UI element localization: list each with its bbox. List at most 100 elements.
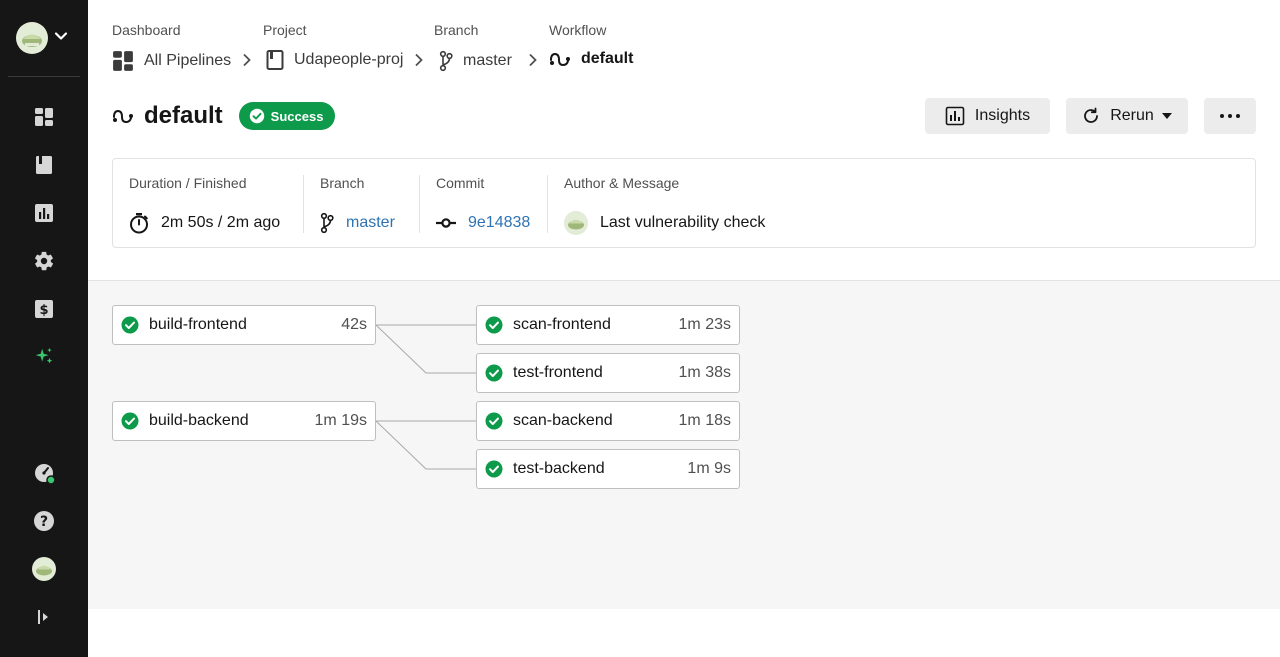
success-check-icon	[485, 316, 503, 334]
status-badge: Success	[238, 102, 336, 130]
chevron-right-icon	[528, 53, 538, 72]
job-duration: 1m 23s	[678, 316, 731, 333]
author-section: Author & Message Last vulnerability chec…	[564, 175, 824, 235]
projects-icon[interactable]	[32, 153, 56, 177]
author-value-row: Last vulnerability check	[564, 211, 765, 235]
insights-button[interactable]: Insights	[925, 98, 1050, 134]
plan-billing-icon[interactable]: $	[32, 297, 56, 321]
refresh-icon	[1082, 107, 1100, 125]
info-divider	[419, 175, 420, 233]
job-test-backend[interactable]: test-backend 1m 9s	[476, 449, 740, 489]
success-check-icon	[485, 364, 503, 382]
branch-section: Branch master	[320, 175, 420, 234]
success-check-icon	[121, 412, 139, 430]
duration-label: Duration / Finished	[129, 175, 247, 191]
success-check-icon	[121, 316, 139, 334]
duration-value: 2m 50s / 2m ago	[161, 214, 281, 231]
crumb-project: Project Udapeople-proj	[263, 22, 403, 70]
crumb-label: Dashboard	[112, 22, 181, 38]
insights-icon[interactable]	[32, 201, 56, 225]
branch-value-row: master	[320, 212, 395, 234]
job-scan-frontend[interactable]: scan-frontend 1m 23s	[476, 305, 740, 345]
info-divider	[303, 175, 304, 233]
author-avatar	[564, 211, 588, 235]
branch-link[interactable]: master	[346, 214, 395, 232]
rerun-button[interactable]: Rerun	[1066, 98, 1188, 134]
success-check-icon	[249, 108, 264, 124]
project-book-icon	[266, 50, 284, 70]
job-name: scan-backend	[513, 412, 613, 429]
more-options-button[interactable]	[1204, 98, 1256, 134]
status-gauge-icon[interactable]	[32, 461, 56, 485]
job-duration: 42s	[341, 316, 367, 333]
crumb-link-branch[interactable]: master	[439, 50, 512, 72]
commit-value-row: 9e14838	[436, 214, 530, 232]
workflow-icon	[549, 51, 571, 67]
commit-section: Commit 9e14838	[436, 175, 546, 233]
settings-icon[interactable]	[32, 249, 56, 273]
status-badge-text: Success	[270, 108, 324, 124]
commit-hash-link[interactable]: 9e14838	[468, 214, 530, 232]
crumb-label: Workflow	[549, 22, 607, 38]
workflow-info-card: Duration / Finished 2m 50s / 2m ago Bran…	[112, 158, 1256, 248]
duration-value-row: 2m 50s / 2m ago	[129, 212, 280, 234]
stopwatch-icon	[129, 212, 149, 234]
crumb-label: Project	[263, 22, 307, 38]
job-duration: 1m 18s	[678, 412, 731, 429]
job-duration: 1m 38s	[678, 364, 731, 381]
commit-icon	[436, 218, 456, 228]
branch-label: Branch	[320, 175, 365, 191]
workflow-icon	[112, 108, 134, 124]
crumb-value-text: default	[581, 50, 634, 67]
job-name: build-frontend	[149, 316, 247, 333]
job-build-backend[interactable]: build-backend 1m 19s	[112, 401, 376, 441]
svg-text:$: $	[39, 303, 48, 318]
commit-message: Last vulnerability check	[600, 214, 766, 231]
dashboard-grid-icon	[112, 50, 134, 72]
crumb-workflow: Workflow default	[549, 22, 633, 67]
crumb-current-workflow[interactable]: default	[549, 50, 633, 68]
chevron-right-icon	[242, 53, 252, 72]
page-title-row: default Success	[112, 100, 336, 132]
collapse-sidebar-icon[interactable]	[32, 605, 56, 629]
crumb-dashboard: Dashboard All Pipelines	[112, 22, 231, 71]
crumb-label: Branch	[434, 22, 479, 38]
svg-text:?: ?	[40, 514, 48, 530]
job-duration: 1m 9s	[687, 460, 731, 477]
job-name: scan-frontend	[513, 316, 611, 333]
crumb-link-project[interactable]: Udapeople-proj	[266, 50, 403, 70]
sidebar-divider	[8, 76, 80, 77]
insights-button-label: Insights	[974, 107, 1031, 124]
insights-chart-icon	[945, 106, 965, 126]
user-avatar[interactable]	[32, 557, 56, 581]
whats-new-icon[interactable]	[32, 345, 56, 369]
branch-icon	[439, 50, 453, 72]
org-switcher[interactable]	[16, 20, 76, 56]
job-name: build-backend	[149, 412, 249, 429]
job-duration: 1m 19s	[314, 412, 367, 429]
crumb-value-text: Udapeople-proj	[294, 51, 404, 68]
page-title: default	[144, 102, 223, 129]
job-build-frontend[interactable]: build-frontend 42s	[112, 305, 376, 345]
chevron-down-icon	[54, 29, 68, 48]
crumb-value-text: master	[463, 52, 512, 69]
dashboard-icon[interactable]	[32, 105, 56, 129]
crumb-link-all-pipelines[interactable]: All Pipelines	[112, 50, 231, 72]
caret-down-icon	[1161, 113, 1172, 119]
more-options-icon	[1220, 114, 1240, 118]
success-check-icon	[485, 412, 503, 430]
job-test-frontend[interactable]: test-frontend 1m 38s	[476, 353, 740, 393]
job-name: test-frontend	[513, 364, 603, 381]
crumb-branch: Branch master	[434, 22, 512, 72]
branch-icon	[320, 212, 334, 234]
help-icon[interactable]: ?	[32, 509, 56, 533]
sidebar: $ ?	[0, 0, 88, 657]
duration-section: Duration / Finished 2m 50s / 2m ago	[129, 175, 299, 234]
org-avatar	[16, 22, 48, 54]
job-scan-backend[interactable]: scan-backend 1m 18s	[476, 401, 740, 441]
commit-label: Commit	[436, 175, 485, 191]
author-label: Author & Message	[564, 175, 680, 191]
chevron-right-icon	[414, 53, 424, 72]
success-check-icon	[485, 460, 503, 478]
info-divider	[547, 175, 548, 233]
